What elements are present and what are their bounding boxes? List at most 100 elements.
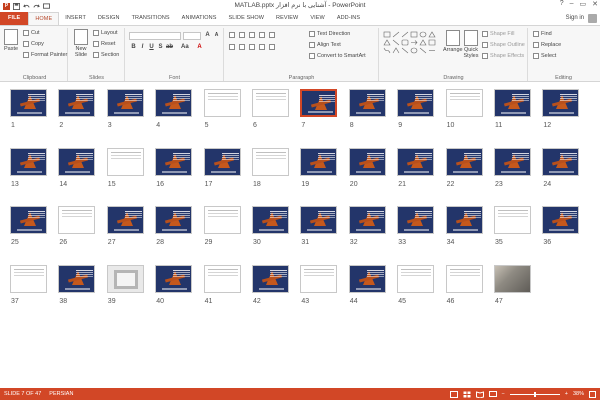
quick-styles-button[interactable]: Quick Styles <box>463 30 479 59</box>
increase-indent-icon[interactable] <box>259 32 265 38</box>
slide-thumbnail[interactable] <box>397 264 435 293</box>
slide-thumbnail[interactable] <box>10 147 47 176</box>
format-painter-button[interactable]: Format Painter <box>23 52 67 58</box>
replace-button[interactable]: Replace <box>533 42 561 48</box>
strikethrough-icon[interactable]: ab <box>166 44 173 51</box>
decrease-indent-icon[interactable] <box>249 32 255 38</box>
grow-font-icon[interactable]: A <box>204 32 211 39</box>
slide-thumbnail[interactable] <box>445 206 483 235</box>
slide-thumbnail[interactable] <box>10 89 47 117</box>
align-left-icon[interactable] <box>229 44 235 50</box>
slide-thumbnail[interactable] <box>155 147 193 176</box>
slide-thumbnail[interactable] <box>542 206 580 235</box>
slide-thumbnail[interactable] <box>397 147 435 176</box>
tab-slide-show[interactable]: SLIDE SHOW <box>223 12 271 25</box>
slide-thumbnail[interactable] <box>348 147 386 176</box>
numbering-icon[interactable] <box>239 32 245 38</box>
align-right-icon[interactable] <box>249 44 255 50</box>
tab-review[interactable]: REVIEW <box>270 12 304 25</box>
tab-home[interactable]: HOME <box>28 12 60 25</box>
zoom-slider-thumb[interactable] <box>533 391 536 397</box>
language-indicator[interactable]: PERSIAN <box>45 391 77 397</box>
slide-thumbnail[interactable] <box>58 206 96 235</box>
tab-add-ins[interactable]: ADD-INS <box>331 12 366 25</box>
text-direction-button[interactable]: Text Direction <box>309 31 350 37</box>
fit-slide-icon[interactable] <box>589 390 596 398</box>
copy-button[interactable]: Copy <box>23 41 44 47</box>
align-text-button[interactable]: Align Text <box>309 42 341 48</box>
shape-fill-button[interactable]: Shape Fill <box>482 31 514 37</box>
tab-insert[interactable]: INSERT <box>59 12 92 25</box>
help-button[interactable]: ? <box>560 0 564 8</box>
slide-thumbnail[interactable] <box>203 264 241 293</box>
columns-icon[interactable] <box>269 44 275 50</box>
italic-icon[interactable]: I <box>139 44 146 51</box>
tab-design[interactable]: DESIGN <box>92 12 126 25</box>
select-button[interactable]: Select <box>533 53 556 59</box>
slide-thumbnail[interactable] <box>494 147 531 176</box>
justify-icon[interactable] <box>259 44 265 50</box>
zoom-level[interactable]: 38% <box>573 391 584 397</box>
slide-thumbnail[interactable] <box>155 264 193 293</box>
new-slide-button[interactable]: New Slide <box>71 29 91 58</box>
normal-view-icon[interactable] <box>449 390 458 398</box>
close-button[interactable]: ✕ <box>592 0 598 8</box>
zoom-out-icon[interactable]: − <box>502 391 505 397</box>
slide-thumbnail[interactable] <box>494 89 531 117</box>
slide-thumbnail[interactable] <box>10 206 47 235</box>
slide-thumbnail[interactable] <box>300 147 338 176</box>
slide-thumbnail[interactable] <box>445 264 483 293</box>
slide-thumbnail[interactable] <box>106 206 144 235</box>
slide-thumbnail[interactable] <box>445 147 483 176</box>
tab-animations[interactable]: ANIMATIONS <box>176 12 223 25</box>
shape-effects-button[interactable]: Shape Effects <box>482 53 524 59</box>
slide-thumbnail[interactable] <box>542 89 580 117</box>
shapes-gallery[interactable] <box>383 31 441 59</box>
slide-thumbnail[interactable] <box>106 147 144 176</box>
slide-thumbnail[interactable] <box>348 206 386 235</box>
bullets-icon[interactable] <box>229 32 235 38</box>
minimize-button[interactable]: – <box>570 0 574 8</box>
align-center-icon[interactable] <box>239 44 245 50</box>
restore-button[interactable]: ▭ <box>580 0 587 8</box>
tab-view[interactable]: VIEW <box>304 12 330 25</box>
shrink-font-icon[interactable]: A <box>213 32 220 39</box>
slide-thumbnail[interactable] <box>10 264 47 293</box>
zoom-slider[interactable] <box>509 391 560 397</box>
line-spacing-icon[interactable] <box>269 32 275 38</box>
sign-in-link[interactable]: Sign in <box>566 12 588 25</box>
shadow-icon[interactable]: S <box>157 44 164 51</box>
slide-thumbnail[interactable] <box>300 89 338 117</box>
slide-thumbnail[interactable] <box>445 89 483 117</box>
slide-sorter-view-icon[interactable] <box>463 391 471 398</box>
slide-thumbnail[interactable] <box>252 89 289 117</box>
slide-thumbnail[interactable] <box>300 206 338 235</box>
cut-button[interactable]: Cut <box>23 30 40 36</box>
font-color-icon[interactable]: A <box>196 44 203 51</box>
slide-thumbnail[interactable] <box>397 89 435 117</box>
font-size-combo[interactable] <box>183 32 201 40</box>
slideshow-view-icon[interactable] <box>488 390 497 398</box>
font-name-combo[interactable] <box>129 32 181 40</box>
slide-thumbnail[interactable] <box>58 264 96 293</box>
slide-thumbnail[interactable] <box>348 89 386 117</box>
slide-thumbnail[interactable] <box>300 264 338 293</box>
tab-transitions[interactable]: TRANSITIONS <box>126 12 176 25</box>
slide-thumbnail[interactable] <box>252 264 289 293</box>
slide-thumbnail[interactable] <box>58 147 96 176</box>
arrange-button[interactable]: Arrange <box>443 30 463 53</box>
bold-icon[interactable]: B <box>130 44 137 51</box>
slide-thumbnail[interactable] <box>203 206 241 235</box>
section-button[interactable]: Section <box>93 52 119 58</box>
slide-thumbnail[interactable] <box>542 147 580 176</box>
zoom-in-icon[interactable]: + <box>565 391 568 397</box>
slide-thumbnail[interactable] <box>58 89 96 117</box>
layout-button[interactable]: Layout <box>93 30 118 36</box>
slide-thumbnail[interactable] <box>494 264 531 293</box>
reading-view-icon[interactable] <box>475 390 484 398</box>
slide-thumbnail[interactable] <box>252 206 289 235</box>
slide-thumbnail[interactable] <box>155 206 193 235</box>
shape-outline-button[interactable]: Shape Outline <box>482 42 525 48</box>
paste-button[interactable]: Paste <box>4 29 18 52</box>
convert-smartart-button[interactable]: Convert to SmartArt <box>309 53 366 59</box>
